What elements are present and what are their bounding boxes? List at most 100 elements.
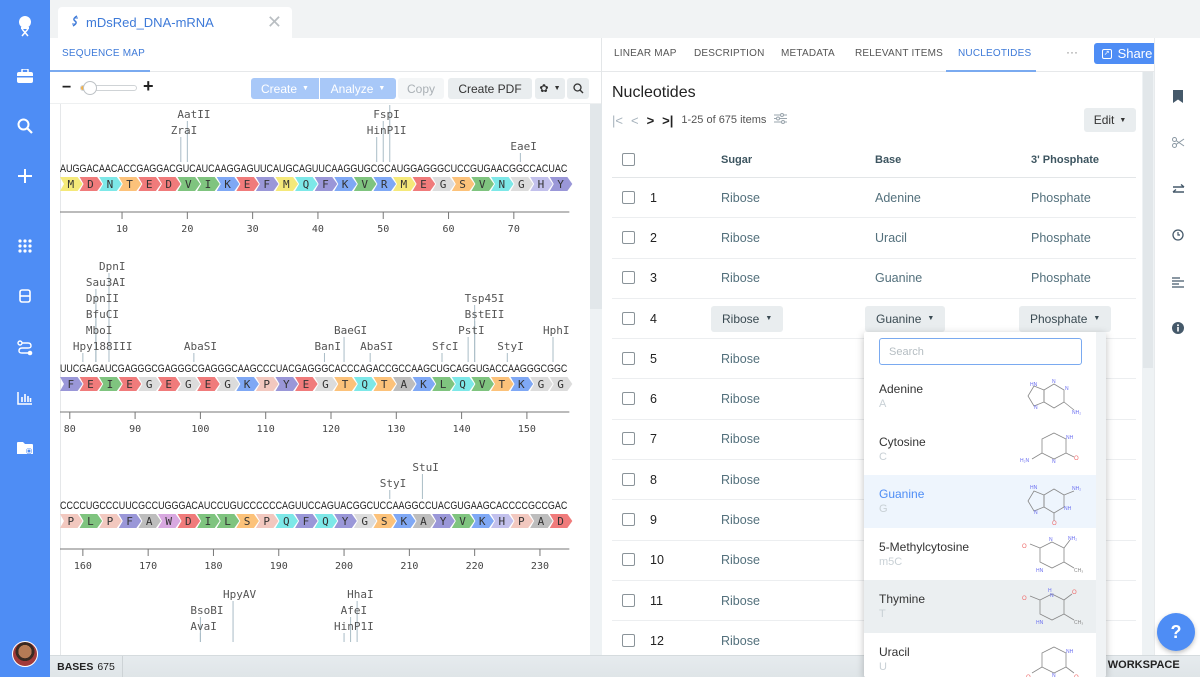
scissors-icon[interactable]	[1155, 132, 1200, 152]
tab-nucleotides[interactable]: NUCLEOTIDES	[958, 48, 1031, 59]
find-button[interactable]	[567, 78, 589, 99]
user-avatar[interactable]	[12, 641, 38, 667]
select-all-checkbox[interactable]	[622, 152, 635, 166]
sequence-scrollbar[interactable]	[590, 104, 602, 655]
cell-phosphate[interactable]: Phosphate	[1031, 191, 1091, 205]
tab-relevant-items[interactable]: RELEVANT ITEMS	[855, 48, 943, 59]
swap-icon[interactable]	[1155, 179, 1200, 199]
enzyme-label[interactable]: ZraI	[171, 124, 198, 137]
enzyme-label[interactable]: MboI	[86, 324, 113, 337]
row-checkbox[interactable]	[622, 472, 635, 486]
enzyme-label[interactable]: BfuCI	[86, 308, 119, 321]
next-page-button[interactable]: >	[647, 113, 655, 128]
column-header-phosphate[interactable]: 3' Phosphate	[1031, 154, 1099, 166]
cell-phosphate[interactable]: Phosphate	[1031, 271, 1091, 285]
workspace-button[interactable]: T WORKSPACE	[1098, 659, 1180, 671]
row-checkbox[interactable]	[622, 230, 635, 244]
cell-sugar[interactable]: Ribose	[721, 392, 760, 406]
dropdown-search-input[interactable]	[879, 338, 1082, 365]
enzyme-label[interactable]: BanI	[314, 340, 341, 353]
close-tab-icon[interactable]: ✕	[267, 12, 282, 33]
enzyme-label[interactable]: Hpy188III	[73, 340, 133, 353]
table-row[interactable]: 1 Ribose Adenine Phosphate	[612, 178, 1136, 219]
row-checkbox[interactable]	[622, 432, 635, 446]
cell-sugar[interactable]: Ribose	[721, 634, 760, 648]
enzyme-label[interactable]: Sau3AI	[86, 276, 126, 289]
zoom-slider[interactable]	[80, 81, 137, 95]
create-pdf-button[interactable]: Create PDF	[448, 78, 532, 99]
enzyme-label[interactable]: SfcI	[432, 340, 459, 353]
tab-metadata[interactable]: METADATA	[781, 48, 835, 59]
enzyme-label[interactable]: DpnI	[99, 260, 126, 273]
logo-icon[interactable]	[0, 12, 50, 40]
help-button[interactable]: ?	[1157, 613, 1195, 651]
cell-sugar[interactable]: Ribose	[721, 231, 760, 245]
analyze-button[interactable]: Analyze ▼	[320, 78, 396, 99]
table-row[interactable]: 2 Ribose Uracil Phosphate	[612, 218, 1136, 259]
enzyme-label[interactable]: BaeGI	[334, 324, 367, 337]
bookmark-icon[interactable]	[1155, 86, 1200, 106]
cell-base[interactable]: Adenine	[875, 191, 921, 205]
row-checkbox[interactable]	[622, 553, 635, 567]
enzyme-label[interactable]: StyI	[497, 340, 524, 353]
zoom-slider-knob[interactable]	[83, 81, 97, 95]
zoom-out-button[interactable]: −	[62, 79, 71, 97]
cell-base[interactable]: Guanine	[875, 271, 922, 285]
enzyme-label[interactable]: AvaI	[190, 620, 217, 633]
enzyme-label[interactable]: HphI	[543, 324, 570, 337]
align-left-icon[interactable]	[1155, 272, 1200, 292]
history-clock-icon[interactable]	[1155, 225, 1200, 245]
row-checkbox[interactable]	[622, 271, 635, 285]
cell-base[interactable]: Uracil	[875, 231, 907, 245]
dropdown-scrollbar[interactable]	[1096, 332, 1106, 677]
cell-sugar[interactable]: Ribose	[721, 513, 760, 527]
tab-sequence-map[interactable]: SEQUENCE MAP	[62, 48, 145, 59]
table-row[interactable]: 3 Ribose Guanine Phosphate	[612, 259, 1136, 299]
column-header-sugar[interactable]: Sugar	[721, 154, 752, 166]
copy-button[interactable]: Copy	[398, 78, 444, 99]
dropdown-option-adenine[interactable]: Adenine A HN N N N NH₂	[864, 370, 1096, 423]
zoom-in-button[interactable]: +	[143, 76, 154, 97]
enzyme-label[interactable]: DpnII	[86, 292, 119, 305]
registry-icon[interactable]	[0, 282, 50, 310]
enzyme-label[interactable]: HhaI	[380, 104, 407, 105]
enzyme-label[interactable]: PstI	[458, 324, 485, 337]
briefcase-icon[interactable]	[0, 62, 50, 90]
row-checkbox[interactable]	[622, 311, 635, 325]
cell-sugar[interactable]: Ribose	[721, 191, 760, 205]
cell-sugar[interactable]: Ribose	[721, 432, 760, 446]
row-checkbox[interactable]	[622, 351, 635, 365]
enzyme-label[interactable]: AfeI	[341, 604, 368, 617]
search-icon[interactable]	[0, 112, 50, 140]
enzyme-label[interactable]: AbaSI	[184, 340, 217, 353]
document-tab[interactable]: mDsRed_DNA-mRNA ✕	[58, 7, 292, 38]
prev-page-button[interactable]: <	[631, 113, 639, 128]
phosphate-select[interactable]: Phosphate ▼	[1019, 305, 1112, 332]
enzyme-label[interactable]: BsoBI	[190, 604, 223, 617]
cell-sugar[interactable]: Ribose	[721, 473, 760, 487]
row-checkbox[interactable]	[622, 513, 635, 527]
column-settings-icon[interactable]	[774, 113, 788, 127]
row-checkbox[interactable]	[622, 190, 635, 204]
cell-sugar[interactable]: Ribose	[721, 352, 760, 366]
column-header-base[interactable]: Base	[875, 154, 901, 166]
table-scrollbar[interactable]	[1142, 72, 1154, 655]
tab-linear-map[interactable]: LINEAR MAP	[614, 48, 677, 59]
cell-sugar[interactable]: Ribose	[721, 271, 760, 285]
sequence-scrollbar-thumb[interactable]	[590, 104, 602, 309]
edit-button[interactable]: Edit ▼	[1084, 108, 1136, 132]
projects-folder-icon[interactable]	[0, 434, 50, 462]
cell-sugar[interactable]: Ribose	[721, 594, 760, 608]
last-page-button[interactable]: >|	[662, 113, 673, 128]
insights-chart-icon[interactable]	[0, 384, 50, 412]
row-checkbox[interactable]	[622, 633, 635, 647]
dropdown-option-thymine[interactable]: Thymine T H N HN O O CH₃	[864, 580, 1096, 633]
row-checkbox[interactable]	[622, 593, 635, 607]
enzyme-label[interactable]: EaeI	[510, 140, 537, 153]
table-scrollbar-thumb[interactable]	[1143, 72, 1153, 368]
enzyme-label[interactable]: HinP1I	[367, 124, 407, 137]
enzyme-label[interactable]: StuI	[412, 461, 439, 474]
enzyme-label[interactable]: StyI	[380, 477, 407, 490]
more-tabs-icon[interactable]: ···	[1066, 45, 1078, 59]
enzyme-label[interactable]: BstEII	[465, 308, 505, 321]
